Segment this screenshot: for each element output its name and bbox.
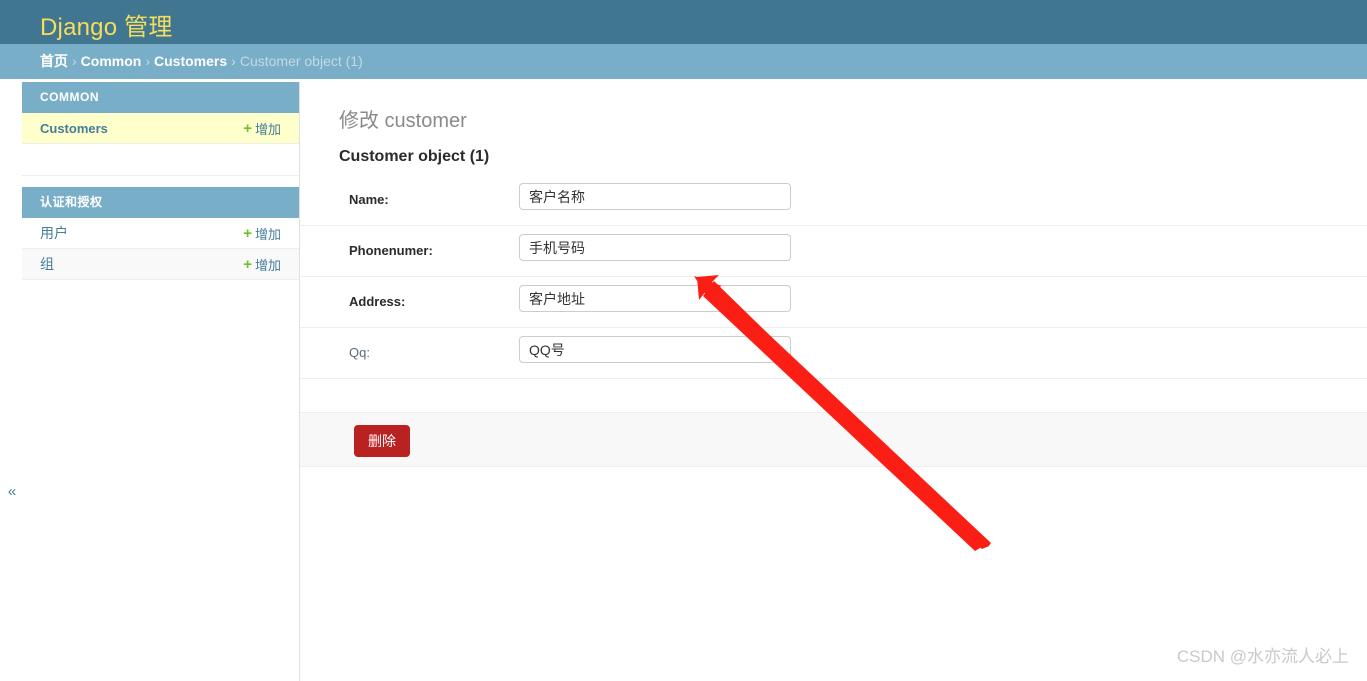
breadcrumb: 首页 › Common › Customers › Customer object (1): [0, 44, 1367, 79]
sidebar-item-label-users[interactable]: 用户: [40, 223, 68, 243]
sidebar-add-label: 增加: [254, 121, 281, 137]
field-label-name: Name:: [349, 192, 389, 207]
sidebar-app-caption-common[interactable]: COMMON: [22, 82, 299, 113]
breadcrumb-separator: ›: [72, 53, 77, 69]
field-label-qq: Qq:: [349, 345, 370, 360]
breadcrumb-separator: ›: [231, 53, 236, 69]
submit-row: 删除: [300, 412, 1367, 467]
field-label-phonenumer: Phonenumer:: [349, 243, 433, 258]
sidebar-item-groups[interactable]: 组 + 增加: [22, 249, 299, 280]
sidebar-add-users-link[interactable]: + 增加: [243, 224, 281, 243]
address-field[interactable]: [519, 285, 791, 312]
name-field[interactable]: [519, 183, 791, 210]
breadcrumb-item-common[interactable]: Common: [81, 53, 142, 69]
csdn-watermark: CSDN @水亦流人必上: [1176, 647, 1349, 666]
sidebar-item-customers[interactable]: Customers + 增加: [22, 113, 299, 144]
site-branding-title[interactable]: Django 管理: [40, 7, 173, 42]
form-row-qq: Qq:: [300, 328, 1367, 379]
sidebar-add-customers-link[interactable]: + 增加: [243, 119, 281, 138]
breadcrumb-item-customers[interactable]: Customers: [154, 53, 227, 69]
sidebar-add-groups-link[interactable]: + 增加: [243, 255, 281, 274]
delete-button[interactable]: 删除: [354, 425, 410, 457]
form-row-address: Address:: [300, 277, 1367, 328]
sidebar-add-label: 增加: [254, 226, 281, 242]
plus-icon: +: [243, 119, 252, 137]
sidebar-app-caption-auth[interactable]: 认证和授权: [22, 187, 299, 218]
plus-icon: +: [243, 255, 252, 273]
plus-icon: +: [243, 224, 252, 242]
sidebar-item-users[interactable]: 用户 + 增加: [22, 218, 299, 249]
field-label-address: Address:: [349, 294, 406, 309]
form-row-phonenumer: Phonenumer:: [300, 226, 1367, 277]
sidebar-add-label: 增加: [254, 257, 281, 273]
breadcrumb-item-home[interactable]: 首页: [40, 53, 68, 69]
breadcrumb-separator: ›: [145, 53, 151, 69]
sidebar-module-gap: [22, 144, 299, 176]
nav-sidebar: COMMON Customers + 增加 认证和授权 用户 + 增加 组 + …: [22, 82, 300, 681]
form-row-name: Name:: [300, 175, 1367, 226]
site-header: Django 管理: [0, 0, 1367, 44]
collapse-sidebar-icon[interactable]: «: [4, 482, 20, 502]
qq-field[interactable]: [519, 336, 791, 363]
page-title: 修改 customer: [339, 110, 467, 132]
object-heading: Customer object (1): [339, 148, 490, 165]
phonenumer-field[interactable]: [519, 234, 791, 261]
sidebar-module-spacer: [22, 176, 299, 187]
breadcrumb-item-current: Customer object (1): [239, 53, 363, 69]
change-form-fieldset: Name: Phonenumer: Address: Qq:: [300, 175, 1367, 379]
main-content: 修改 customer Customer object (1) Name: Ph…: [300, 82, 1367, 681]
sidebar-item-label-customers[interactable]: Customers: [40, 121, 108, 136]
sidebar-item-label-groups[interactable]: 组: [40, 254, 54, 274]
